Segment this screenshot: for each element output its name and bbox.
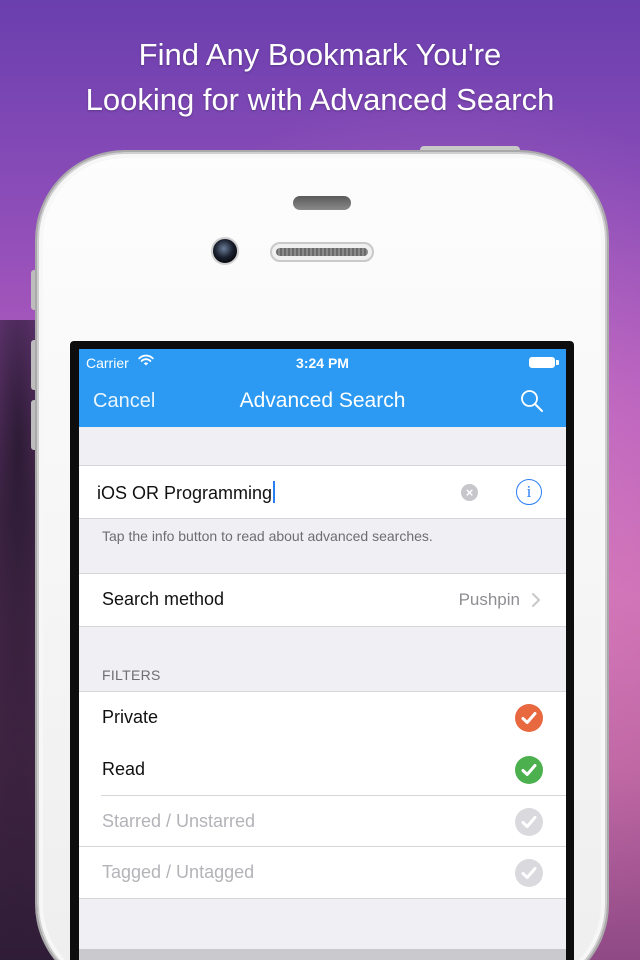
filter-label: Read bbox=[102, 759, 146, 779]
filter-label: Starred / Unstarred bbox=[102, 811, 256, 831]
battery-icon bbox=[529, 357, 555, 368]
search-method-row[interactable]: Search method Pushpin bbox=[79, 574, 566, 626]
clear-icon[interactable]: × bbox=[461, 484, 478, 501]
status-bar: Carrier 3:24 PM bbox=[79, 349, 566, 377]
navigation-bar: Cancel Advanced Search bbox=[79, 377, 566, 427]
filters-section-header: FILTERS bbox=[102, 667, 161, 683]
speaker-grille bbox=[276, 248, 368, 256]
checkmark-icon bbox=[515, 756, 543, 784]
front-camera-icon bbox=[211, 237, 239, 265]
bottom-toolbar-edge bbox=[79, 949, 566, 960]
filter-row-read[interactable]: Read bbox=[79, 744, 566, 796]
divider bbox=[79, 898, 566, 899]
text-caret bbox=[273, 481, 276, 503]
search-method-value: Pushpin bbox=[458, 590, 520, 609]
promo-headline: Find Any Bookmark You're Looking for wit… bbox=[85, 37, 555, 117]
checkmark-icon bbox=[515, 859, 543, 887]
filter-label: Private bbox=[102, 707, 159, 727]
filter-row-private[interactable]: Private bbox=[79, 692, 566, 744]
filter-row-starred[interactable]: Starred / Unstarred bbox=[79, 796, 566, 848]
divider bbox=[79, 518, 566, 519]
checkmark-icon bbox=[515, 808, 543, 836]
status-time: 3:24 PM bbox=[296, 355, 349, 371]
phone-sensor bbox=[293, 196, 351, 210]
app-screen: Carrier 3:24 PM Cancel Advanced Search i… bbox=[79, 349, 566, 960]
filter-row-tagged[interactable]: Tagged / Untagged bbox=[79, 847, 566, 899]
search-input-value: iOS OR Programming bbox=[97, 483, 273, 503]
filter-label: Tagged / Untagged bbox=[102, 862, 255, 882]
search-icon[interactable] bbox=[519, 388, 545, 414]
page-title: Advanced Search bbox=[239, 389, 406, 412]
battery-tip bbox=[556, 360, 559, 365]
search-input[interactable]: iOS OR Programming bbox=[97, 481, 276, 504]
search-row: iOS OR Programming × i bbox=[79, 466, 566, 518]
chevron-right-icon bbox=[532, 593, 540, 607]
divider bbox=[79, 626, 566, 627]
checkmark-icon bbox=[515, 704, 543, 732]
search-footnote: Tap the info button to read about advanc… bbox=[102, 528, 433, 544]
info-icon[interactable]: i bbox=[516, 479, 542, 505]
